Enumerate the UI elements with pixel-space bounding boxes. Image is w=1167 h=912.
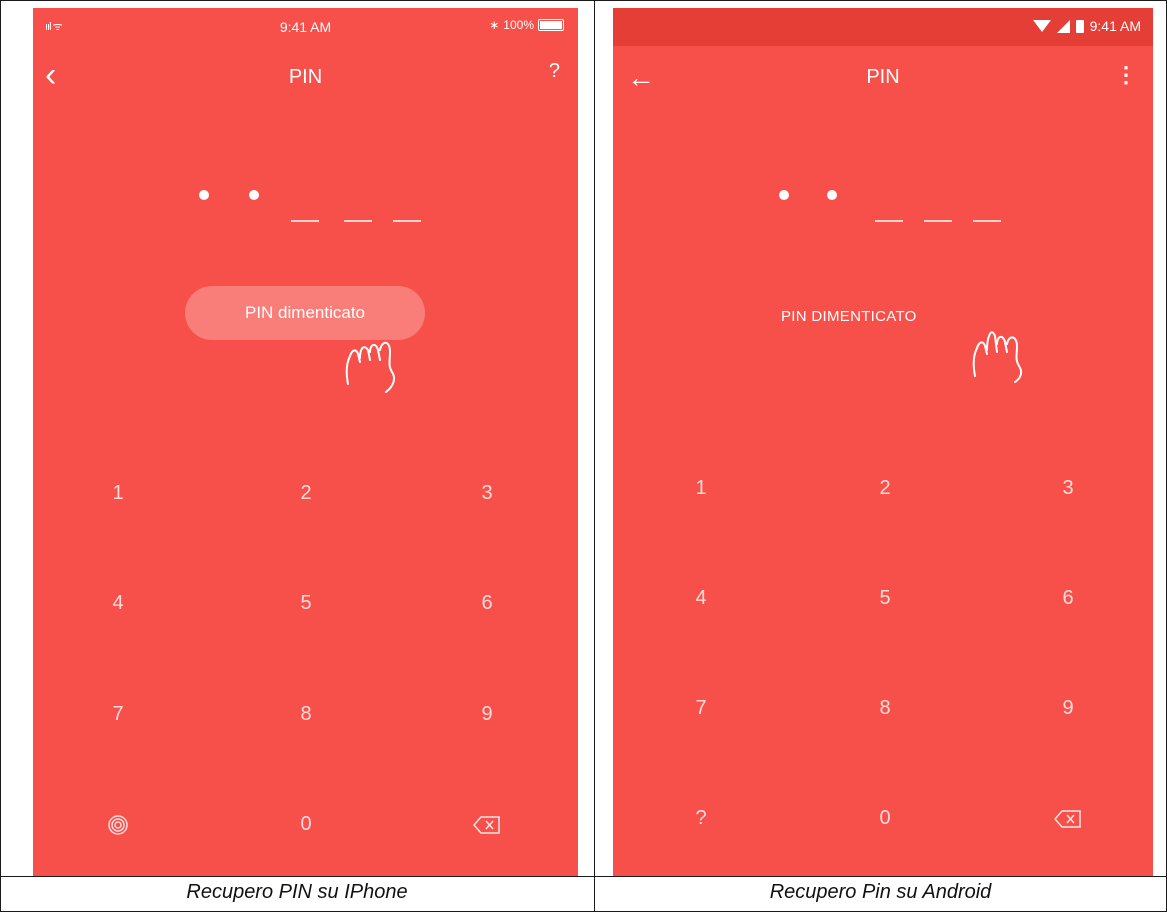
key-7[interactable]: 7 bbox=[641, 678, 761, 738]
battery-icon bbox=[538, 19, 564, 31]
key-9[interactable]: 9 bbox=[427, 684, 547, 744]
fingerprint-icon bbox=[108, 814, 128, 835]
overflow-menu-icon[interactable]: ⋮ bbox=[1115, 62, 1137, 88]
page-title: PIN bbox=[866, 66, 900, 88]
key-1[interactable]: 1 bbox=[58, 463, 178, 523]
wifi-icon bbox=[1032, 20, 1051, 32]
pin-indicator bbox=[33, 178, 578, 238]
key-5[interactable]: 5 bbox=[825, 568, 945, 628]
help-key[interactable]: ? bbox=[641, 788, 761, 848]
backspace-key[interactable] bbox=[1008, 788, 1128, 848]
key-1[interactable]: 1 bbox=[641, 458, 761, 518]
key-6[interactable]: 6 bbox=[427, 573, 547, 633]
signal-icon bbox=[1056, 19, 1070, 33]
android-status-bar: 9:41 AM bbox=[613, 8, 1153, 46]
android-screen: 9:41 AM ← PIN ⋮ PIN DIMENTICATO 1 2 3 4 … bbox=[613, 8, 1153, 876]
ios-nav-bar: ‹ PIN ? bbox=[33, 58, 578, 98]
key-6[interactable]: 6 bbox=[1008, 568, 1128, 628]
key-8[interactable]: 8 bbox=[246, 684, 366, 744]
table-border-top bbox=[0, 0, 1167, 1]
table-border-left bbox=[0, 0, 1, 912]
key-2[interactable]: 2 bbox=[825, 458, 945, 518]
key-7[interactable]: 7 bbox=[58, 684, 178, 744]
pin-dash bbox=[924, 220, 952, 222]
status-right: 9:41 AM bbox=[1032, 18, 1141, 34]
key-5[interactable]: 5 bbox=[246, 573, 366, 633]
pin-indicator bbox=[613, 178, 1153, 238]
android-app-bar: ← PIN ⋮ bbox=[613, 58, 1153, 98]
page-title: PIN bbox=[288, 66, 323, 88]
caption-android: Recupero Pin su Android bbox=[769, 881, 992, 903]
forgot-pin-button[interactable]: PIN DIMENTICATO bbox=[781, 308, 917, 325]
pin-dash bbox=[875, 220, 903, 222]
key-4[interactable]: 4 bbox=[58, 573, 178, 633]
key-0[interactable]: 0 bbox=[825, 788, 945, 848]
key-2[interactable]: 2 bbox=[246, 463, 366, 523]
key-3[interactable]: 3 bbox=[1008, 458, 1128, 518]
pin-dash bbox=[291, 220, 319, 222]
ios-status-bar: ııl ᯤ 9:41 AM ∗ 100% bbox=[33, 8, 578, 46]
pin-dash bbox=[393, 220, 421, 222]
pin-dot bbox=[779, 190, 789, 200]
pin-dash bbox=[344, 220, 372, 222]
status-time: 9:41 AM bbox=[1089, 18, 1141, 34]
battery-icon bbox=[1075, 19, 1084, 33]
fingerprint-key[interactable] bbox=[58, 794, 178, 854]
ios-screen: ııl ᯤ 9:41 AM ∗ 100% ‹ PIN ? PIN dimenti… bbox=[33, 8, 578, 876]
hand-pointer-icon bbox=[972, 331, 1023, 383]
bluetooth-icon: ∗ bbox=[489, 18, 500, 32]
key-0[interactable]: 0 bbox=[246, 794, 366, 854]
table-divider bbox=[0, 876, 1167, 877]
pin-dot bbox=[199, 190, 209, 200]
backspace-key[interactable] bbox=[427, 794, 547, 854]
status-right: ∗ 100% bbox=[489, 18, 564, 32]
key-8[interactable]: 8 bbox=[825, 678, 945, 738]
help-icon[interactable]: ? bbox=[549, 60, 560, 83]
pin-dash bbox=[973, 220, 1001, 222]
backspace-icon bbox=[473, 815, 500, 834]
key-9[interactable]: 9 bbox=[1008, 678, 1128, 738]
pin-dot bbox=[827, 190, 837, 200]
backspace-icon bbox=[1054, 809, 1081, 828]
hand-pointer-icon bbox=[345, 341, 395, 393]
pin-dot bbox=[249, 190, 259, 200]
caption-iphone: Recupero PIN su IPhone bbox=[186, 881, 408, 903]
key-3[interactable]: 3 bbox=[427, 463, 547, 523]
battery-percent: 100% bbox=[503, 18, 534, 32]
key-4[interactable]: 4 bbox=[641, 568, 761, 628]
table-border-middle bbox=[594, 0, 595, 912]
